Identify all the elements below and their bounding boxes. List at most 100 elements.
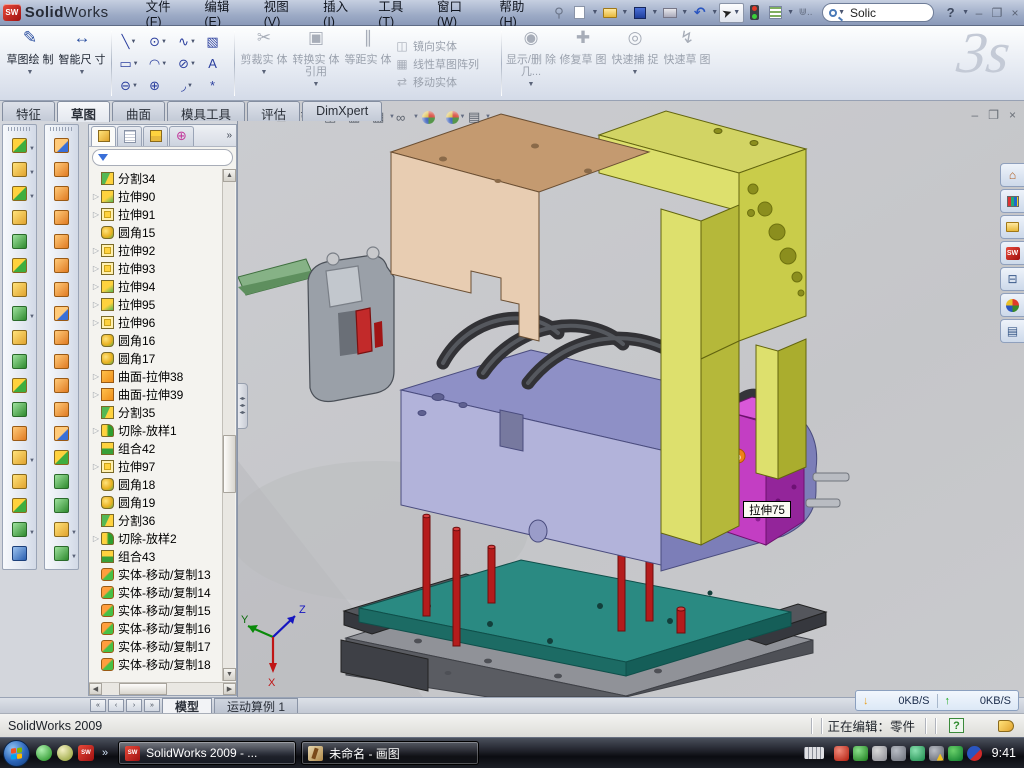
planar-surface-icon[interactable]: ▼ xyxy=(45,277,78,301)
swept-boss-icon[interactable]: ▼ xyxy=(3,205,36,229)
expand-arrow-icon[interactable]: ▷ xyxy=(91,282,101,291)
rectangle-icon[interactable]: ▭▼ xyxy=(115,53,144,75)
tree-filter-input[interactable] xyxy=(92,149,233,166)
extruded-cut-icon[interactable]: ▼ xyxy=(3,157,36,181)
start-button[interactable] xyxy=(3,740,30,767)
tag-icon[interactable] xyxy=(998,720,1014,732)
expand-arrow-icon[interactable]: ▷ xyxy=(91,462,101,471)
offset-surface-icon[interactable]: ▼ xyxy=(45,253,78,277)
open-dropdown-icon[interactable]: ▼ xyxy=(621,9,628,16)
feature-tree-item[interactable]: ▷ 分割35 xyxy=(91,403,221,421)
sketch-fillet-icon[interactable]: ◞▼ xyxy=(173,75,202,97)
extruded-boss-icon[interactable]: ▼ xyxy=(3,133,36,157)
feature-tree-item[interactable]: ▷ 实体-移动/复制14 xyxy=(91,583,221,601)
slot-icon[interactable]: ⊖▼ xyxy=(115,75,144,97)
minimize-button[interactable]: – xyxy=(970,6,988,20)
macro-icon[interactable]: ⋓.. xyxy=(795,3,816,22)
quick-snaps-button[interactable]: ◎ 快速捕 捉 ▼ xyxy=(609,29,661,98)
feature-tree-item[interactable]: ▷ 组合42 xyxy=(91,439,221,457)
pushpin-icon[interactable]: ⚲ xyxy=(548,3,569,22)
edit-appearance-icon[interactable]: ▼ xyxy=(420,107,444,127)
open-icon[interactable] xyxy=(599,3,620,22)
tab-nav-button[interactable]: › xyxy=(126,699,142,712)
solidworks-resources-icon[interactable]: ⌂ xyxy=(1000,163,1024,187)
combine-icon[interactable]: ▼ xyxy=(3,397,36,421)
helix-icon[interactable]: ▼ xyxy=(3,517,36,541)
hole-wizard-icon[interactable]: ▼ xyxy=(3,277,36,301)
custom-properties-icon[interactable]: ▤ xyxy=(1000,319,1024,343)
convert-entities-button[interactable]: ▣ 转换实 体引用 ▼ xyxy=(290,29,342,98)
taskbar-window-button[interactable]: 未命名 - 画图 xyxy=(301,741,479,765)
scroll-right-icon[interactable]: ▶ xyxy=(223,683,236,695)
network-speed-widget[interactable]: ↓ 0KB/S ↑ 0KB/S xyxy=(855,690,1019,711)
security-shield-icon[interactable] xyxy=(853,746,868,761)
feature-tree-item[interactable]: ▷ 分割36 xyxy=(91,511,221,529)
dropdown-arrow-icon[interactable]: ▼ xyxy=(79,67,86,79)
network-warning-icon[interactable] xyxy=(929,746,944,761)
feature-tree-item[interactable]: ▷ 实体-移动/复制17 xyxy=(91,637,221,655)
expand-arrow-icon[interactable]: ▷ xyxy=(91,318,101,327)
restore-button[interactable]: ❐ xyxy=(988,6,1006,20)
command-tab[interactable]: 模具工具 xyxy=(167,101,245,121)
save-icon[interactable] xyxy=(629,3,650,22)
feature-tree-item[interactable]: ▷ 拉伸93 xyxy=(91,259,221,277)
expand-arrow-icon[interactable]: ▷ xyxy=(91,390,101,399)
selection-icon[interactable]: ▧▼ xyxy=(202,31,231,53)
quick-tips-icon[interactable]: ? xyxy=(949,718,964,733)
point-icon[interactable]: *▼ xyxy=(202,75,231,97)
draft-icon[interactable]: ▼ xyxy=(3,349,36,373)
options-icon[interactable] xyxy=(765,3,786,22)
swept-surface-icon[interactable]: ▼ xyxy=(45,133,78,157)
insert-part-icon[interactable]: ▼ xyxy=(3,469,36,493)
configurationmanager-tab[interactable] xyxy=(143,126,168,146)
tab-nav-button[interactable]: « xyxy=(90,699,106,712)
spline-icon[interactable]: ∿▼ xyxy=(173,31,202,53)
feature-tree-item[interactable]: ▷ 圆角16 xyxy=(91,331,221,349)
document-tab[interactable]: 运动算例 1 xyxy=(214,698,298,713)
new-document-icon[interactable] xyxy=(569,3,590,22)
dimxpertmanager-tab[interactable]: ⊕ xyxy=(169,126,194,146)
messenger-icon[interactable] xyxy=(36,745,52,761)
lofted-boss-icon[interactable]: ▼ xyxy=(3,229,36,253)
apply-scene-icon[interactable]: ▼ xyxy=(444,107,468,127)
untrim-surface-icon[interactable]: ▼ xyxy=(45,373,78,397)
shell-icon[interactable]: ▼ xyxy=(3,253,36,277)
solidworks-search-icon[interactable]: SW xyxy=(1000,241,1024,265)
feature-tree-item[interactable]: ▷ 圆角17 xyxy=(91,349,221,367)
helix-spiral-icon[interactable]: ▼ xyxy=(45,541,78,565)
feature-tree-item[interactable]: ▷ 拉伸92 xyxy=(91,241,221,259)
feature-tree-item[interactable]: ▷ 实体-移动/复制13 xyxy=(91,565,221,583)
feature-tree-item[interactable]: ▷ 圆角15 xyxy=(91,223,221,241)
hscroll-thumb[interactable] xyxy=(119,683,167,695)
file-explorer-icon[interactable] xyxy=(1000,215,1024,239)
extend-surface-icon[interactable]: ▼ xyxy=(45,325,78,349)
dome-icon[interactable]: ▼ xyxy=(45,493,78,517)
expand-arrow-icon[interactable]: ▷ xyxy=(91,264,101,273)
options-dropdown-icon[interactable]: ▼ xyxy=(787,9,794,16)
3d-model-view[interactable]: φ xyxy=(238,101,1024,697)
appearances-scenes-icon[interactable] xyxy=(1000,293,1024,317)
part-handle[interactable] xyxy=(238,259,314,295)
keyboard-layout-icon[interactable] xyxy=(804,747,824,759)
arc-icon[interactable]: ◠▼ xyxy=(144,53,173,75)
search-dropdown-icon[interactable]: ▼ xyxy=(838,9,845,16)
feature-tree-item[interactable]: ▷ 圆角19 xyxy=(91,493,221,511)
expand-arrow-icon[interactable]: ▷ xyxy=(91,300,101,309)
toolbar-gripper[interactable] xyxy=(8,127,31,131)
toolbar-gripper[interactable] xyxy=(50,127,73,131)
expand-arrow-icon[interactable]: ▷ xyxy=(91,192,101,201)
doc-close-button[interactable]: × xyxy=(1009,108,1016,122)
delete-body-icon[interactable]: ▼ xyxy=(3,445,36,469)
feature-tree-item[interactable]: ▷ 切除-放样1 xyxy=(91,421,221,439)
part-sprue-insert[interactable] xyxy=(308,247,394,401)
solidworks-launcher-icon[interactable]: SW xyxy=(78,745,94,761)
reference-geometry-2-icon[interactable]: ▼ xyxy=(45,517,78,541)
select-tool[interactable]: ➤▼ xyxy=(719,3,744,23)
feature-tree-item[interactable]: ▷ 拉伸97 xyxy=(91,457,221,475)
display-delete-relations-button[interactable]: ◉ 显示/删 除几... ▼ xyxy=(505,29,557,98)
knit-surface-icon[interactable]: ▼ xyxy=(45,397,78,421)
undo-icon[interactable]: ↶ xyxy=(689,3,710,22)
expand-arrow-icon[interactable]: ▷ xyxy=(91,426,101,435)
doc-minimize-button[interactable]: – xyxy=(972,108,979,122)
propertymanager-tab[interactable] xyxy=(117,126,142,146)
